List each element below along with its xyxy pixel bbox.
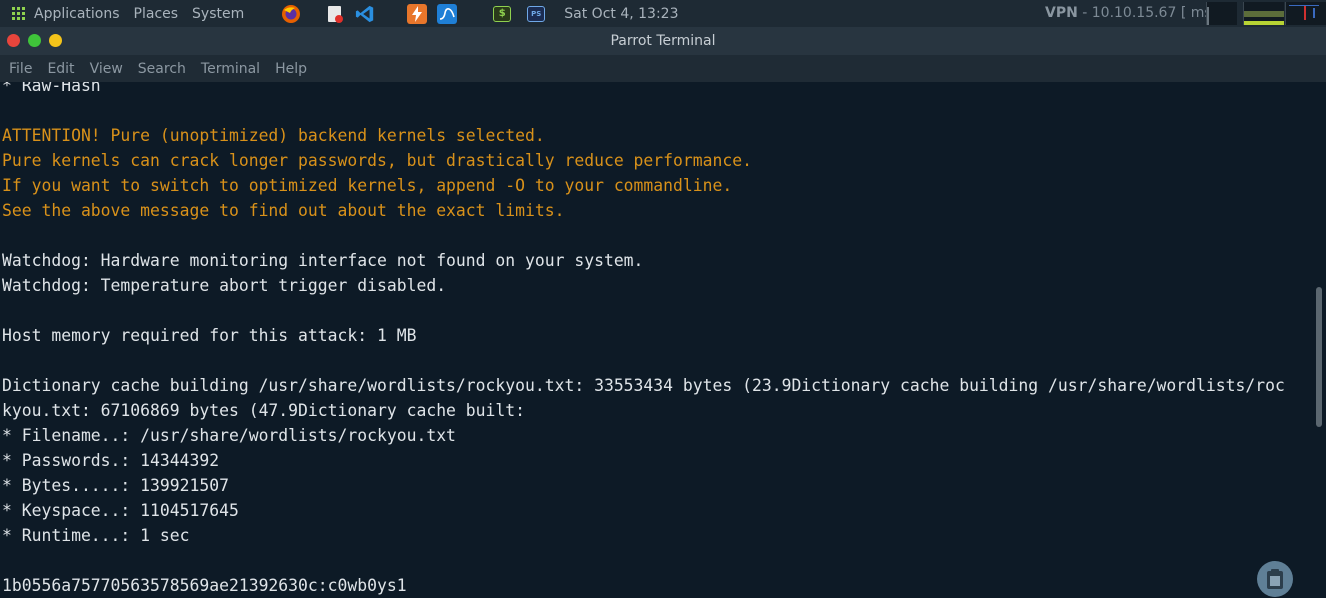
terminal-output[interactable]: * Raw-Hash ATTENTION! Pure (unoptimized) …	[0, 82, 1310, 598]
firefox-icon[interactable]	[281, 4, 301, 24]
vpn-label: VPN	[1045, 5, 1078, 21]
terminal-line: Watchdog: Temperature abort trigger disa…	[2, 276, 447, 295]
terminal-icon[interactable]: $	[493, 5, 512, 22]
terminal-line: Dictionary cache building /usr/share/wor…	[2, 376, 1285, 395]
vscode-icon[interactable]	[355, 4, 375, 24]
terminal-line: Watchdog: Hardware monitoring interface …	[2, 251, 644, 270]
window-title: Parrot Terminal	[610, 33, 716, 49]
menu-file[interactable]: File	[9, 61, 32, 77]
terminal-line: * Passwords.: 14344392	[2, 451, 220, 470]
terminal-menubar: File Edit View Search Terminal Help	[0, 55, 1326, 82]
window-titlebar[interactable]: Parrot Terminal	[0, 27, 1326, 55]
menu-search[interactable]: Search	[138, 61, 186, 77]
terminal-line: If you want to switch to optimized kerne…	[2, 176, 733, 195]
network-graph-icon	[1285, 2, 1326, 25]
terminal-line: kyou.txt: 67106869 bytes (47.9Dictionary…	[2, 401, 526, 420]
terminal-line: * Raw-Hash	[2, 82, 101, 95]
vpn-indicator: VPN - 10.10.15.67 [ ms]	[1045, 5, 1217, 21]
terminal-line: * Keyspace..: 1104517645	[2, 501, 239, 520]
menu-view[interactable]: View	[90, 61, 123, 77]
clock[interactable]: Sat Oct 4, 13:23	[564, 6, 678, 22]
menu-terminal[interactable]: Terminal	[201, 61, 260, 77]
terminal-line: Host memory required for this attack: 1 …	[2, 326, 417, 345]
menu-edit[interactable]: Edit	[47, 61, 74, 77]
terminal-line: Pure kernels can crack longer passwords,…	[2, 151, 752, 170]
powershell-icon[interactable]: PS	[527, 5, 546, 22]
terminal-line: * Runtime...: 1 sec	[2, 526, 190, 545]
terminal-line: * Bytes.....: 139921507	[2, 476, 229, 495]
scrollbar-thumb[interactable]	[1316, 287, 1322, 427]
terminal-line: 1b0556a75770563578569ae21392630c:c0wb0ys…	[2, 576, 407, 595]
terminal-line: ATTENTION! Pure (unoptimized) backend ke…	[2, 126, 545, 145]
clipboard-icon[interactable]	[1257, 561, 1293, 597]
places-menu[interactable]: Places	[134, 6, 179, 22]
terminal-line: See the above message to find out about …	[2, 201, 565, 220]
text-editor-icon[interactable]	[325, 4, 345, 24]
cpu-graph-icon	[1206, 2, 1237, 25]
applications-grid-icon[interactable]	[12, 6, 26, 21]
menu-help[interactable]: Help	[275, 61, 307, 77]
vpn-address: - 10.10.15.67 [ ms]	[1077, 5, 1218, 21]
terminal-line: * Filename..: /usr/share/wordlists/rocky…	[2, 426, 456, 445]
burpsuite-icon[interactable]	[407, 3, 428, 24]
terminal-scrollbar[interactable]	[1313, 82, 1326, 598]
wireshark-icon[interactable]	[437, 3, 458, 24]
applications-menu[interactable]: Applications	[34, 6, 120, 22]
terminal-lines: * Raw-Hash ATTENTION! Pure (unoptimized) …	[2, 82, 1285, 598]
system-menu[interactable]: System	[192, 6, 244, 22]
memory-graph-icon	[1243, 2, 1284, 25]
